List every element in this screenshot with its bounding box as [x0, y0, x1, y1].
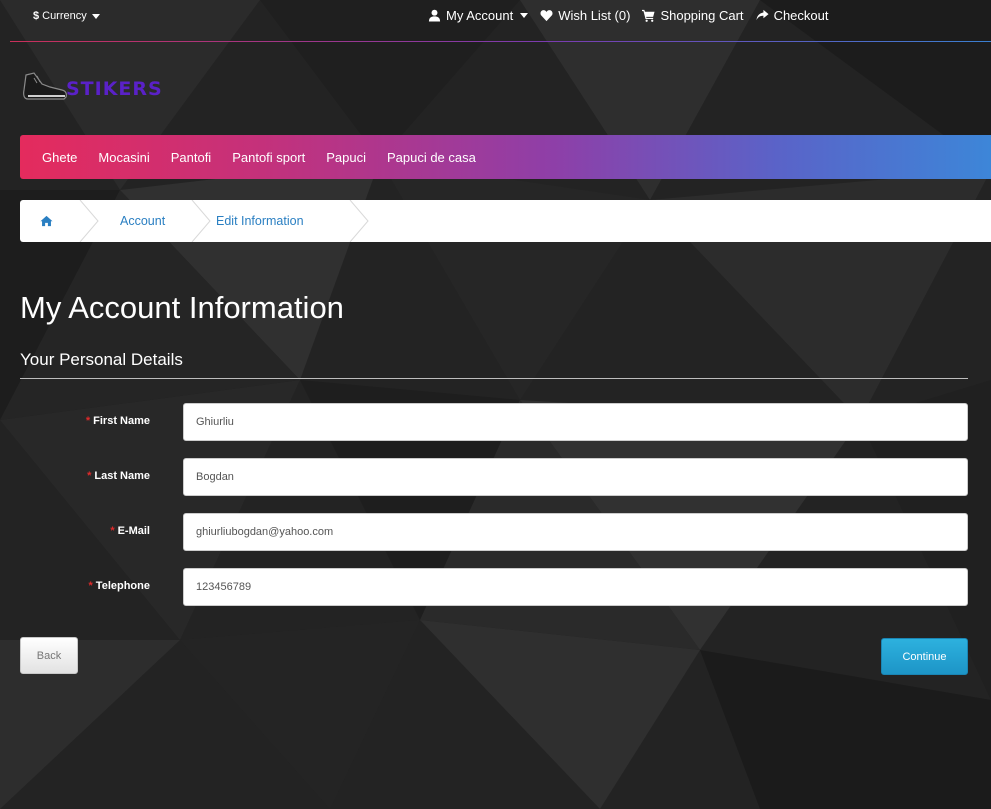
nav-item-papuci[interactable]: Papuci	[326, 150, 366, 165]
required-marker: *	[85, 415, 91, 427]
nav-item-ghete[interactable]: Ghete	[42, 150, 77, 165]
last-name-field[interactable]	[183, 458, 968, 496]
email-field[interactable]	[183, 513, 968, 551]
breadcrumb-edit-information[interactable]: Edit Information	[216, 200, 304, 242]
telephone-field[interactable]	[183, 568, 968, 606]
home-icon	[40, 215, 53, 227]
checkout-label: Checkout	[773, 8, 829, 23]
wish-list-label: Wish List (0)	[558, 8, 631, 23]
shopping-cart-label: Shopping Cart	[660, 8, 744, 23]
required-marker: *	[88, 580, 93, 592]
category-nav: Ghete Mocasini Pantofi Pantofi sport Pap…	[20, 135, 991, 179]
telephone-label: * Telephone	[88, 580, 150, 592]
top-divider	[10, 41, 991, 42]
section-title: Your Personal Details	[20, 350, 183, 369]
share-arrow-icon	[756, 9, 769, 21]
first-name-field[interactable]	[183, 403, 968, 441]
breadcrumb-separator	[191, 200, 211, 242]
caret-down-icon	[520, 13, 529, 18]
email-label: * E-Mail	[110, 525, 150, 537]
nav-item-mocasini[interactable]: Mocasini	[98, 150, 149, 165]
section-divider	[20, 378, 968, 379]
caret-down-icon	[91, 13, 100, 19]
currency-label: Currency	[42, 10, 87, 22]
site-logo[interactable]: STIKERS	[20, 70, 163, 104]
logo-text: STIKERS	[66, 78, 163, 100]
breadcrumb: Account Edit Information	[20, 200, 991, 242]
nav-item-pantofi-sport[interactable]: Pantofi sport	[232, 150, 305, 165]
wish-list-link[interactable]: Wish List (0)	[540, 8, 630, 23]
continue-button[interactable]: Continue	[881, 638, 968, 675]
back-button[interactable]: Back	[20, 637, 78, 674]
checkout-link[interactable]: Checkout	[756, 8, 829, 23]
required-marker: *	[110, 525, 115, 537]
breadcrumb-separator	[349, 200, 369, 242]
my-account-link[interactable]: My Account	[428, 8, 529, 23]
user-icon	[428, 9, 441, 22]
my-account-label: My Account	[446, 8, 514, 23]
cart-icon	[642, 9, 655, 22]
nav-item-pantofi[interactable]: Pantofi	[171, 150, 211, 165]
first-name-label: * First Name	[85, 415, 150, 427]
heart-icon	[540, 10, 553, 22]
breadcrumb-separator	[79, 200, 99, 242]
top-bar: $ Currency My Account Wish List (0) Shop…	[0, 0, 991, 44]
top-links: My Account Wish List (0) Shopping Cart C…	[428, 8, 840, 23]
page: $ Currency My Account Wish List (0) Shop…	[0, 0, 991, 809]
currency-dropdown[interactable]: $ Currency	[33, 10, 100, 22]
shopping-cart-link[interactable]: Shopping Cart	[642, 8, 744, 23]
nav-item-papuci-de-casa[interactable]: Papuci de casa	[387, 150, 476, 165]
currency-symbol: $	[33, 10, 40, 22]
last-name-label: * Last Name	[87, 470, 150, 482]
page-title: My Account Information	[20, 290, 344, 325]
breadcrumb-account[interactable]: Account	[120, 200, 165, 242]
breadcrumb-home[interactable]	[40, 200, 53, 242]
required-marker: *	[87, 470, 92, 482]
sneaker-icon	[23, 72, 67, 100]
